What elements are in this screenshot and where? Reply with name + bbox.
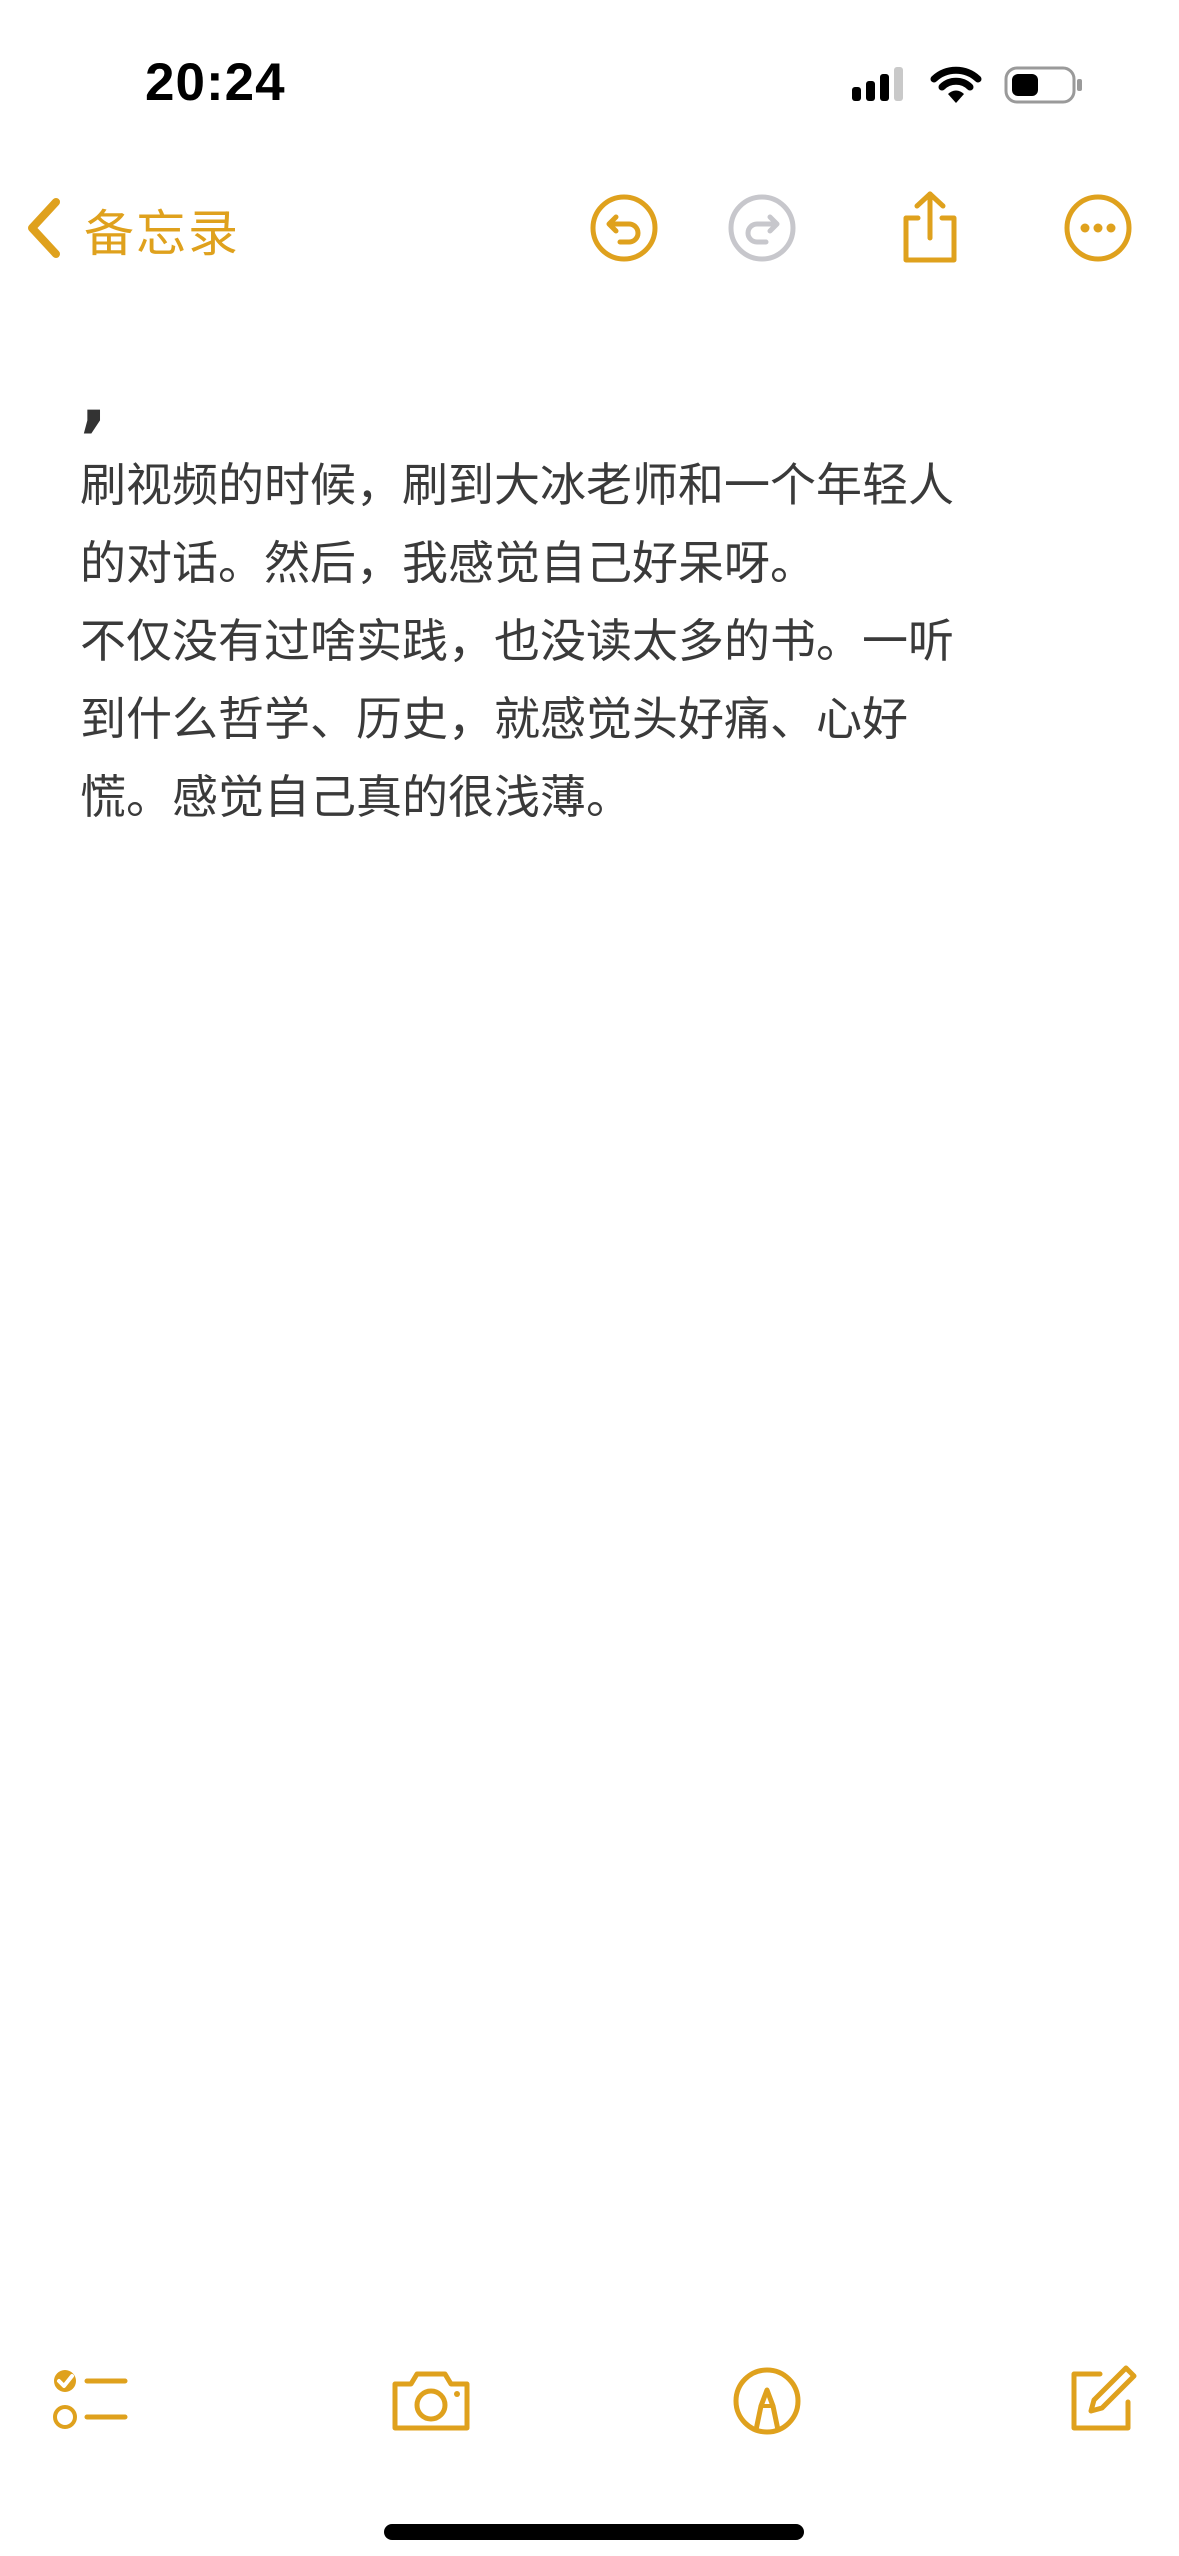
chevron-left-icon — [22, 196, 66, 264]
camera-icon — [389, 2368, 473, 2438]
note-body: 刷视频的时候，刷到大冰老师和一个年轻人 的对话。然后，我感觉自己好呆呀。 不仅没… — [80, 458, 954, 824]
checklist-button[interactable] — [46, 2358, 136, 2448]
camera-button[interactable] — [386, 2358, 476, 2448]
checklist-icon — [53, 2365, 129, 2441]
share-button[interactable] — [890, 190, 970, 270]
markup-pen-icon — [732, 2366, 802, 2440]
wifi-icon — [930, 65, 982, 109]
cellular-signal-icon — [852, 65, 908, 109]
undo-button[interactable] — [584, 190, 664, 270]
share-icon — [898, 190, 962, 270]
status-icons — [852, 62, 1084, 112]
markup-button[interactable] — [722, 2358, 812, 2448]
more-icon — [1063, 193, 1133, 267]
back-label: 备忘录 — [84, 205, 240, 263]
compose-button[interactable] — [1056, 2358, 1146, 2448]
battery-icon — [1004, 65, 1084, 109]
compose-icon — [1064, 2364, 1138, 2442]
more-button[interactable] — [1058, 190, 1138, 270]
note-editor[interactable]: , 刷视频的时候，刷到大冰老师和一个年轻人 的对话。然后，我感觉自己好呆呀。 不… — [80, 356, 1100, 836]
note-title: , — [80, 356, 108, 440]
back-button[interactable]: 备忘录 — [22, 190, 240, 270]
home-indicator[interactable] — [384, 2524, 804, 2540]
status-time: 20:24 — [145, 53, 286, 112]
undo-icon — [589, 193, 659, 267]
redo-icon — [727, 193, 797, 267]
redo-button[interactable] — [722, 190, 802, 270]
